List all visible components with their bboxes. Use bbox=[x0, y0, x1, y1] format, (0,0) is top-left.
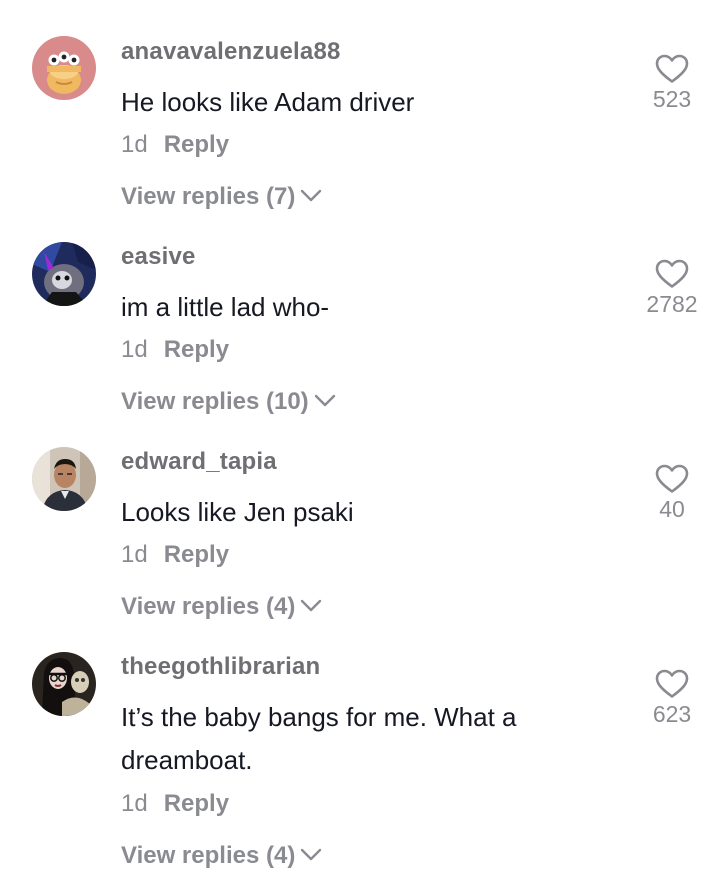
avatar[interactable] bbox=[32, 447, 96, 511]
heart-outline-icon[interactable] bbox=[655, 259, 689, 289]
comment-text: It’s the baby bangs for me. What a dream… bbox=[121, 702, 517, 775]
reply-button[interactable]: Reply bbox=[164, 131, 229, 159]
comment-meta: 1d Reply bbox=[121, 790, 229, 818]
chevron-down-icon bbox=[299, 593, 323, 621]
avatar[interactable] bbox=[32, 242, 96, 306]
like-count: 623 bbox=[652, 701, 692, 727]
view-replies-button[interactable]: View replies (7) bbox=[121, 183, 323, 211]
like-area: 40 bbox=[632, 464, 712, 523]
like-area: 523 bbox=[632, 54, 712, 113]
view-replies-label: View replies (7) bbox=[121, 183, 296, 210]
like-count: 40 bbox=[659, 496, 685, 522]
comment-date: 1d bbox=[121, 541, 148, 568]
comment-text: Looks like Jen psaki bbox=[121, 497, 354, 527]
like-area: 2782 bbox=[632, 259, 712, 318]
cartoon-bun-avatar-icon bbox=[32, 36, 96, 100]
chevron-down-icon bbox=[313, 388, 337, 416]
heart-outline-icon[interactable] bbox=[655, 464, 689, 494]
comment-date: 1d bbox=[121, 336, 148, 363]
view-replies-button[interactable]: View replies (4) bbox=[121, 842, 323, 870]
avatar[interactable] bbox=[32, 652, 96, 716]
comment-meta: 1d Reply bbox=[121, 131, 229, 159]
heart-outline-icon[interactable] bbox=[655, 669, 689, 699]
comment-username[interactable]: theegothlibrarian bbox=[121, 653, 320, 681]
comment-text: He looks like Adam driver bbox=[121, 87, 415, 117]
comment-username[interactable]: easive bbox=[121, 243, 196, 271]
reply-button[interactable]: Reply bbox=[164, 790, 229, 818]
comment-meta: 1d Reply bbox=[121, 336, 229, 364]
view-replies-button[interactable]: View replies (4) bbox=[121, 593, 323, 621]
view-replies-label: View replies (10) bbox=[121, 388, 309, 415]
comment-username[interactable]: anavavalenzuela88 bbox=[121, 38, 341, 66]
like-count: 2782 bbox=[646, 291, 698, 317]
reply-button[interactable]: Reply bbox=[164, 541, 229, 569]
view-replies-label: View replies (4) bbox=[121, 842, 296, 869]
like-area: 623 bbox=[632, 669, 712, 728]
heart-outline-icon[interactable] bbox=[655, 54, 689, 84]
dark-character-avatar-icon bbox=[32, 242, 96, 306]
comment-date: 1d bbox=[121, 790, 148, 817]
man-photo-avatar-icon bbox=[32, 447, 96, 511]
comment-date: 1d bbox=[121, 131, 148, 158]
comment-text: im a little lad who- bbox=[121, 292, 330, 322]
avatar[interactable] bbox=[32, 36, 96, 100]
like-count: 523 bbox=[652, 86, 692, 112]
reply-button[interactable]: Reply bbox=[164, 336, 229, 364]
comment-meta: 1d Reply bbox=[121, 541, 229, 569]
comment-username[interactable]: edward_tapia bbox=[121, 448, 277, 476]
chevron-down-icon bbox=[299, 183, 323, 211]
woman-photo-avatar-icon bbox=[32, 652, 96, 716]
view-replies-button[interactable]: View replies (10) bbox=[121, 388, 337, 416]
chevron-down-icon bbox=[299, 842, 323, 870]
view-replies-label: View replies (4) bbox=[121, 593, 296, 620]
